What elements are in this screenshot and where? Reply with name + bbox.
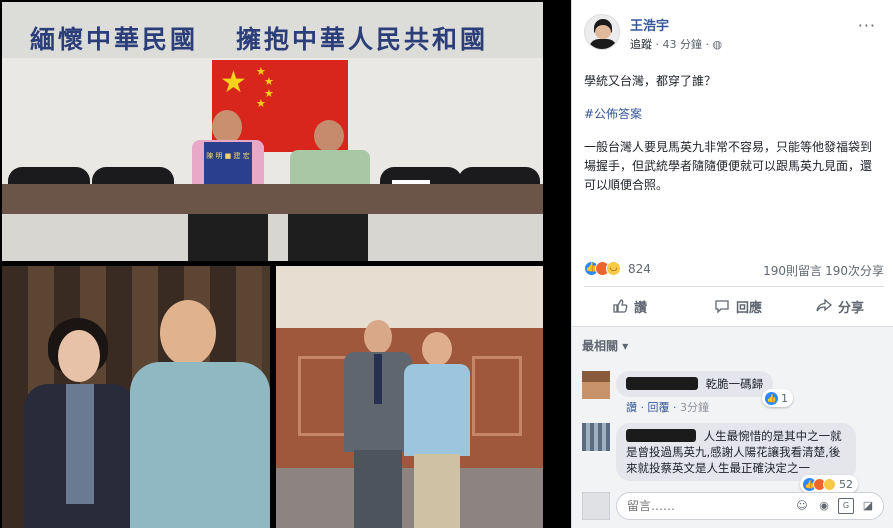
more-options-icon[interactable]: ··· xyxy=(858,16,876,35)
reaction-count[interactable]: 824 xyxy=(628,262,651,276)
haha-reaction-icon[interactable]: ◡ xyxy=(606,261,621,276)
author-name[interactable]: 王浩宇 xyxy=(630,15,669,34)
comment-time[interactable]: 3分鐘 xyxy=(680,401,709,414)
post-meta: 追蹤 · 43 分鐘 · ◍ xyxy=(630,36,722,52)
like-label: 讚 xyxy=(634,300,648,316)
photo-handshake[interactable] xyxy=(276,266,543,528)
comment-reaction-count: 52 xyxy=(839,478,853,491)
comment-count[interactable]: 190則留言 xyxy=(763,262,822,279)
comment-reactions[interactable]: 👍 52 xyxy=(800,475,858,493)
table-skirt xyxy=(2,214,543,261)
post-time[interactable]: 43 分鐘 xyxy=(663,38,703,51)
post-header: 王浩宇 追蹤 · 43 分鐘 · ◍ ··· xyxy=(584,14,884,58)
emoji-icon[interactable]: ☺ xyxy=(794,498,810,514)
comment-composer: ☺ ◉ G ◪ xyxy=(582,492,884,522)
separator: · xyxy=(705,38,713,51)
comment-bubble: 乾脆一碼歸 xyxy=(616,371,774,397)
author-avatar[interactable] xyxy=(584,14,620,50)
legs xyxy=(188,214,268,261)
post-body: 學統又台灣，都穿了誰？ #公佈答案 一般台灣人要見馬英九非常不容易，只能等他發福… xyxy=(584,72,882,209)
comment-icon xyxy=(715,300,729,314)
commenter-avatar[interactable] xyxy=(582,423,610,451)
comment-item: 乾脆一碼歸 讚 · 回覆 · 3分鐘 👍 1 xyxy=(582,371,882,421)
comment-like-link[interactable]: 讚 xyxy=(626,401,637,414)
sticker-icon[interactable]: ◪ xyxy=(860,498,876,514)
composer-icons: ☺ ◉ G ◪ xyxy=(794,498,876,514)
commenter-name-redacted[interactable] xyxy=(626,377,698,390)
vest-text: 陳 明 ■ 建 宏 xyxy=(206,152,250,160)
sort-label: 最相關 xyxy=(582,339,619,353)
comment-actions: 讚 · 回覆 · 3分鐘 xyxy=(626,401,709,414)
person-man xyxy=(130,300,270,528)
separator: · xyxy=(655,38,663,51)
comment-bubble: 人生最惋惜的是其中之一就是曾投過馬英九,感謝人陽花讓我看清楚,後來就投蔡英文是人… xyxy=(616,423,856,481)
legs xyxy=(288,214,368,261)
post-main-text: 一般台灣人要見馬英九非常不容易，只能等他發福袋到場握手，但武統學者隨隨便便就可以… xyxy=(584,140,873,192)
post-actions: 讚 回應 分享 xyxy=(584,290,884,322)
hashtag-link[interactable]: #公佈答案 xyxy=(584,105,882,124)
share-button[interactable]: 分享 xyxy=(816,294,864,318)
like-reaction-icon: 👍 xyxy=(765,392,778,405)
photo-collage[interactable]: 緬懷中華民國 擁抱中華人民共和國 ★ ★ ★ ★ ★ 陳 明 ■ 建 宏 xyxy=(0,0,570,528)
share-icon xyxy=(816,298,832,312)
comments-section: 最相關 ▾ 乾脆一碼歸 讚 · 回覆 · 3分鐘 👍 1 人生最惋惜的是其中之一… xyxy=(572,326,893,528)
photo-two-people-left[interactable] xyxy=(2,266,270,528)
thumbs-up-icon xyxy=(613,299,628,313)
haha-reaction-icon xyxy=(823,478,836,491)
person-woman xyxy=(24,318,136,528)
chevron-down-icon: ▾ xyxy=(622,339,629,353)
ceiling xyxy=(276,266,543,328)
comment-sort-dropdown[interactable]: 最相關 ▾ xyxy=(582,337,628,354)
share-count[interactable]: 190次分享 xyxy=(825,262,884,279)
banner-text-right: 擁抱中華人民共和國 xyxy=(236,25,489,54)
commenter-avatar[interactable] xyxy=(582,371,610,399)
comment-reply-link[interactable]: 回覆 xyxy=(648,401,670,414)
my-avatar xyxy=(582,492,610,520)
conference-table xyxy=(2,184,543,214)
globe-icon: ◍ xyxy=(712,38,723,51)
post-question: 學統又台灣，都穿了誰？ xyxy=(584,74,717,88)
share-label: 分享 xyxy=(838,300,865,316)
comment-button[interactable]: 回應 xyxy=(714,294,762,318)
wall-panel xyxy=(298,356,348,436)
photo-meeting-room[interactable]: 緬懷中華民國 擁抱中華人民共和國 ★ ★ ★ ★ ★ 陳 明 ■ 建 宏 xyxy=(2,2,543,261)
banner-text-left: 緬懷中華民國 xyxy=(30,25,199,54)
comment-reactions[interactable]: 👍 1 xyxy=(762,389,793,407)
comment-reaction-count: 1 xyxy=(781,392,788,405)
gif-icon[interactable]: G xyxy=(838,498,854,514)
comment-label: 回應 xyxy=(736,300,763,316)
commenter-name-redacted[interactable] xyxy=(626,429,696,442)
person-blue-shirt xyxy=(404,332,470,528)
follow-link[interactable]: 追蹤 xyxy=(630,38,652,51)
camera-icon[interactable]: ◉ xyxy=(816,498,832,514)
comment-item: 人生最惋惜的是其中之一就是曾投過馬英九,感謝人陽花讓我看清楚,後來就投蔡英文是人… xyxy=(582,423,882,493)
like-button[interactable]: 讚 xyxy=(612,294,647,318)
comment-text: 乾脆一碼歸 xyxy=(705,377,764,391)
divider xyxy=(584,286,884,287)
post-panel: 王浩宇 追蹤 · 43 分鐘 · ◍ ··· 學統又台灣，都穿了誰？ #公佈答案… xyxy=(571,0,893,528)
wall-panel xyxy=(472,356,522,436)
reactions-bar: 👍 ◡ 824 190則留言 190次分享 xyxy=(584,258,884,280)
